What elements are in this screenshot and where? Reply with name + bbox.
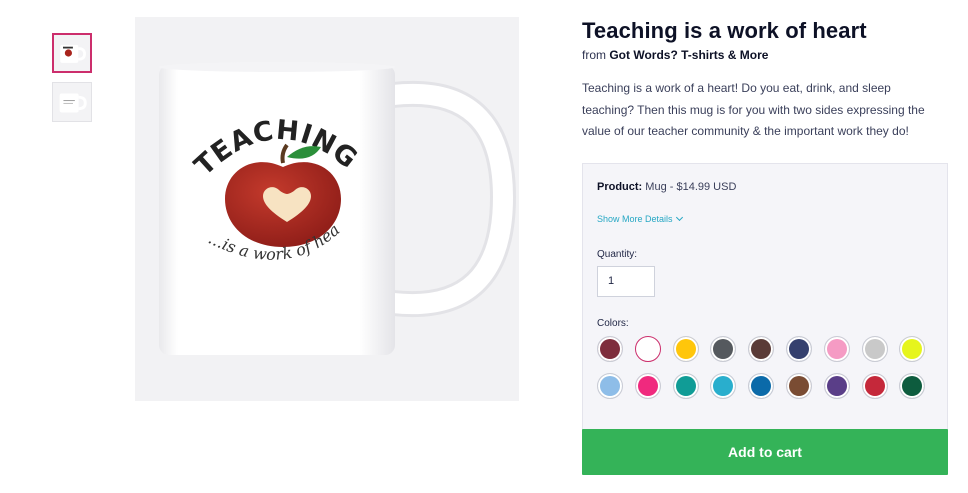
color-swatch[interactable] [634, 372, 661, 399]
color-swatch-list [597, 335, 933, 399]
quantity-label: Quantity: [597, 248, 638, 260]
color-swatch[interactable] [899, 335, 926, 362]
thumbnail-list [52, 33, 92, 131]
quantity-input[interactable] [597, 265, 655, 297]
product-type-label: Product: [597, 180, 643, 193]
thumbnail-front[interactable] [52, 33, 92, 73]
product-image: TEACHING ...is a work of heart [135, 17, 519, 401]
add-to-cart-button[interactable]: Add to cart [582, 429, 948, 475]
color-swatch[interactable] [785, 335, 812, 362]
color-swatch[interactable] [597, 372, 623, 399]
colors-label: Colors: [597, 317, 629, 329]
color-swatch[interactable] [672, 335, 699, 362]
product-title: Teaching is a work of heart [582, 18, 867, 43]
color-swatch[interactable] [823, 335, 850, 362]
product-type-value: Mug - $14.99 USD [645, 180, 737, 193]
color-swatch[interactable] [861, 335, 888, 362]
shop-link[interactable]: Got Words? T-shirts & More [609, 48, 768, 62]
color-swatch[interactable] [634, 335, 661, 362]
color-swatch[interactable] [748, 372, 775, 399]
color-swatch[interactable] [899, 372, 926, 399]
options-panel: Product: Mug - $14.99 USD Show More Deta… [582, 162, 948, 430]
product-description: Teaching is a work of a heart! Do you ea… [582, 81, 925, 138]
product-type: Product: Mug - $14.99 USD [597, 181, 933, 193]
chevron-down-icon [675, 213, 683, 221]
color-swatch[interactable] [823, 372, 850, 399]
color-swatch[interactable] [861, 372, 888, 399]
from-label: from [582, 48, 606, 62]
color-swatch[interactable] [785, 372, 812, 399]
show-more-details-link[interactable]: Show More Details [597, 213, 683, 224]
color-swatch[interactable] [597, 335, 623, 362]
thumbnail-back[interactable] [52, 82, 92, 122]
color-swatch[interactable] [710, 335, 737, 362]
show-more-label: Show More Details [597, 213, 673, 224]
color-swatch[interactable] [710, 372, 737, 399]
product-info: Teaching is a work of heart from Got Wor… [582, 17, 948, 475]
color-swatch[interactable] [748, 335, 775, 362]
shop-byline: from Got Words? T-shirts & More [582, 48, 948, 62]
color-swatch[interactable] [672, 372, 699, 399]
